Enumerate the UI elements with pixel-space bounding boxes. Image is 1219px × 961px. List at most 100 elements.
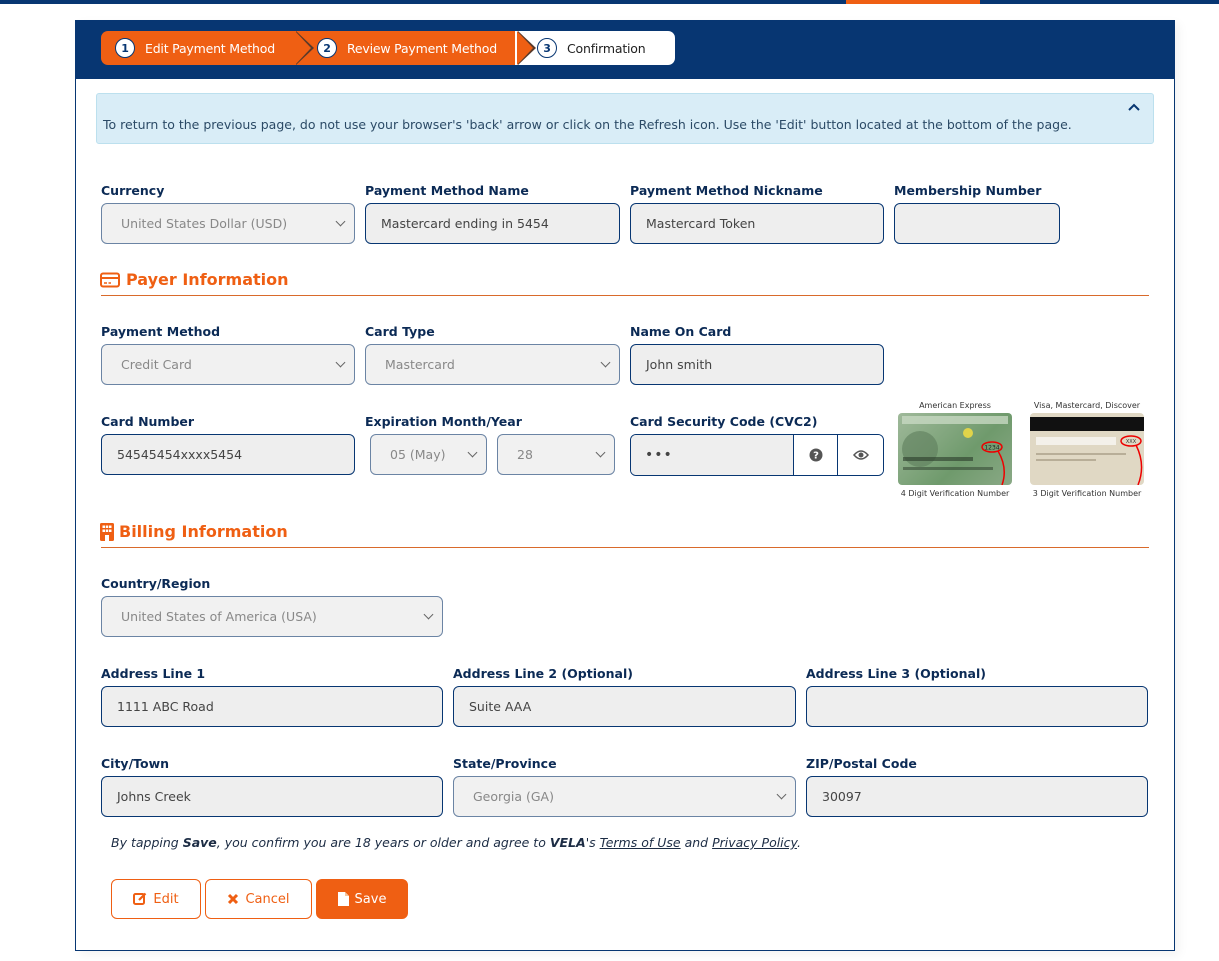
expiration-year-select[interactable]: 28 [497,434,615,475]
amex-card-image: 1234 [898,413,1012,485]
address-line-3-input[interactable] [806,686,1148,727]
consent-brand: VELA [549,835,586,850]
chevron-down-icon [467,447,478,458]
expiration-month-value: 05 (May) [390,447,446,462]
navigation-warning-alert: To return to the previous page, do not u… [96,93,1154,144]
edit-label: Edit [153,891,179,907]
cvc-input[interactable]: ••• [631,435,795,475]
zip-input[interactable]: 30097 [806,776,1148,817]
country-label: Country/Region [101,576,211,591]
expiration-label: Expiration Month/Year [365,414,522,429]
card-number-value: 54545454xxxx5454 [117,447,243,462]
consent-suffix: . [796,835,801,850]
address-line-1-input[interactable]: 1111 ABC Road [101,686,443,727]
country-value: United States of America (USA) [121,609,317,624]
currency-label: Currency [101,183,165,198]
expiration-year-value: 28 [517,447,533,462]
step-number: 1 [115,38,135,58]
step-edit-payment-method: 1 Edit Payment Method [101,31,314,65]
state-select[interactable]: Georgia (GA) [453,776,796,817]
card-type-select[interactable]: Mastercard [365,344,620,385]
payment-method-select[interactable]: Credit Card [101,344,355,385]
name-on-card-value: John smith [646,357,713,372]
question-circle-icon: ? [809,448,823,462]
billing-information-heading: Billing Information [100,522,288,541]
edit-button[interactable]: Edit [111,879,201,919]
payment-method-name-value: Mastercard ending in 5454 [381,216,549,231]
cancel-button[interactable]: Cancel [205,879,312,919]
name-on-card-label: Name On Card [630,324,732,339]
step-number: 3 [537,38,557,58]
step-arrow [295,31,311,65]
payment-method-name-label: Payment Method Name [365,183,529,198]
visa-mc-caption: Visa, Mastercard, Discover [1033,401,1141,410]
country-select[interactable]: United States of America (USA) [101,596,443,637]
save-button[interactable]: Save [316,879,408,919]
chevron-down-icon [423,609,434,620]
name-on-card-input[interactable]: John smith [630,344,884,385]
privacy-policy-link[interactable]: Privacy Policy [712,835,797,850]
step-arrow [517,31,533,65]
payment-method-label: Payment Method [101,324,221,339]
credit-card-icon [100,272,120,288]
close-icon [227,893,239,905]
amex-note: 4 Digit Verification Number [900,489,1010,498]
cvc-show-button[interactable] [838,435,883,475]
save-label: Save [354,891,387,907]
card-number-label: Card Number [101,414,195,429]
payer-information-heading: Payer Information [100,270,289,289]
consent-middle: , you confirm you are 18 years or older … [216,835,550,850]
visa-mc-sample-number: XXX [1126,439,1137,445]
eye-icon [852,449,869,461]
visa-mc-note: 3 Digit Verification Number [1032,489,1142,498]
cvc-value: ••• [645,447,673,463]
state-label: State/Province [453,756,557,771]
amex-sample-number: 1234 [984,445,999,452]
payment-method-nickname-input[interactable]: Mastercard Token [630,203,884,244]
step-label: Review Payment Method [347,40,497,56]
expiration-month-select[interactable]: 05 (May) [370,434,487,475]
payment-method-nickname-value: Mastercard Token [646,216,756,231]
step-confirmation: 3 Confirmation [515,31,675,65]
card-type-value: Mastercard [385,357,455,372]
cvc-input-group: ••• ? [630,434,884,476]
card-type-label: Card Type [365,324,435,339]
city-input[interactable]: Johns Creek [101,776,443,817]
chevron-down-icon [776,789,787,800]
amex-caption: American Express [919,401,991,410]
membership-number-input[interactable] [894,203,1060,244]
step-review-payment-method: 2 Review Payment Method [293,31,536,65]
panel-header: 1 Edit Payment Method 2 Review Payment M… [76,21,1174,79]
city-value: Johns Creek [117,789,191,804]
address-line-2-input[interactable]: Suite AAA [453,686,796,727]
file-icon [337,892,349,906]
address-line-2-label: Address Line 2 (Optional) [453,666,633,681]
chevron-down-icon [595,447,606,458]
address-line-1-value: 1111 ABC Road [117,699,214,714]
consent-prefix: By tapping [111,835,183,850]
consent-possessive: 's [585,835,600,850]
step-number: 2 [317,38,337,58]
chevron-down-icon [335,216,346,227]
currency-select[interactable]: United States Dollar (USD) [101,203,355,244]
cancel-label: Cancel [245,891,290,907]
step-label: Confirmation [567,40,646,56]
address-line-1-label: Address Line 1 [101,666,206,681]
step-label: Edit Payment Method [145,40,275,56]
top-bar [0,0,1219,4]
cvc-help-button[interactable]: ? [794,435,839,475]
card-number-input[interactable]: 54545454xxxx5454 [101,434,355,475]
payment-method-name-input[interactable]: Mastercard ending in 5454 [365,203,620,244]
section-divider [101,547,1149,548]
terms-of-use-link[interactable]: Terms of Use [600,835,681,850]
currency-value: United States Dollar (USD) [121,216,288,231]
chevron-up-icon[interactable] [1127,98,1141,116]
address-line-2-value: Suite AAA [469,699,532,714]
state-value: Georgia (GA) [473,789,554,804]
svg-text:?: ? [813,451,819,462]
edit-icon [133,892,147,906]
zip-value: 30097 [822,789,862,804]
consent-save-word: Save [182,835,217,850]
billing-information-title: Billing Information [119,522,288,541]
consent-text: By tapping Save, you confirm you are 18 … [111,835,801,850]
